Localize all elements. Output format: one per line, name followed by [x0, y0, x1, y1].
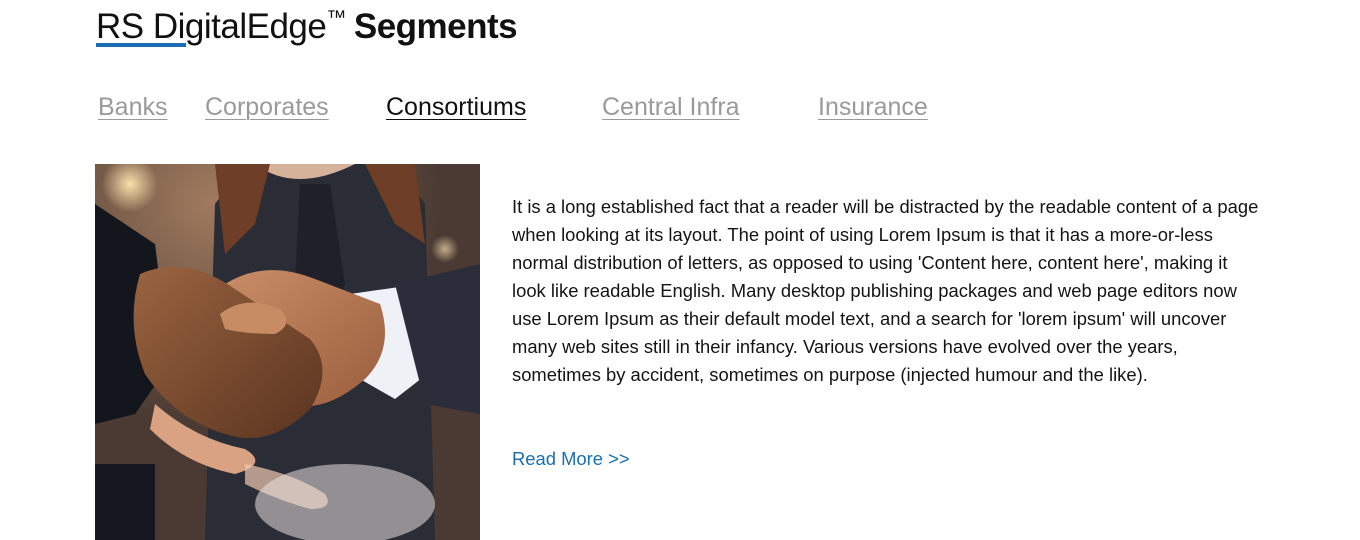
handshake-image: [95, 164, 480, 540]
tab-corporates[interactable]: Corporates: [205, 90, 329, 124]
title-brand: RS DigitalEdge: [96, 7, 327, 46]
trademark-symbol: ™: [326, 7, 346, 29]
segment-description: It is a long established fact that a rea…: [512, 196, 1259, 385]
title-segments: Segments: [353, 7, 518, 46]
page-title: RS DigitalEdge™ Segments: [96, 0, 518, 49]
handshake-photo: [95, 164, 480, 540]
tab-central-infra[interactable]: Central Infra: [602, 90, 740, 124]
segment-tabs: Banks Corporates Consortiums Central Inf…: [0, 90, 1000, 130]
title-accent-underline: [96, 43, 186, 47]
read-more-link[interactable]: Read More >>: [512, 445, 630, 473]
tab-banks[interactable]: Banks: [98, 90, 167, 124]
tab-consortiums[interactable]: Consortiums: [386, 90, 526, 124]
tab-insurance[interactable]: Insurance: [818, 90, 928, 124]
